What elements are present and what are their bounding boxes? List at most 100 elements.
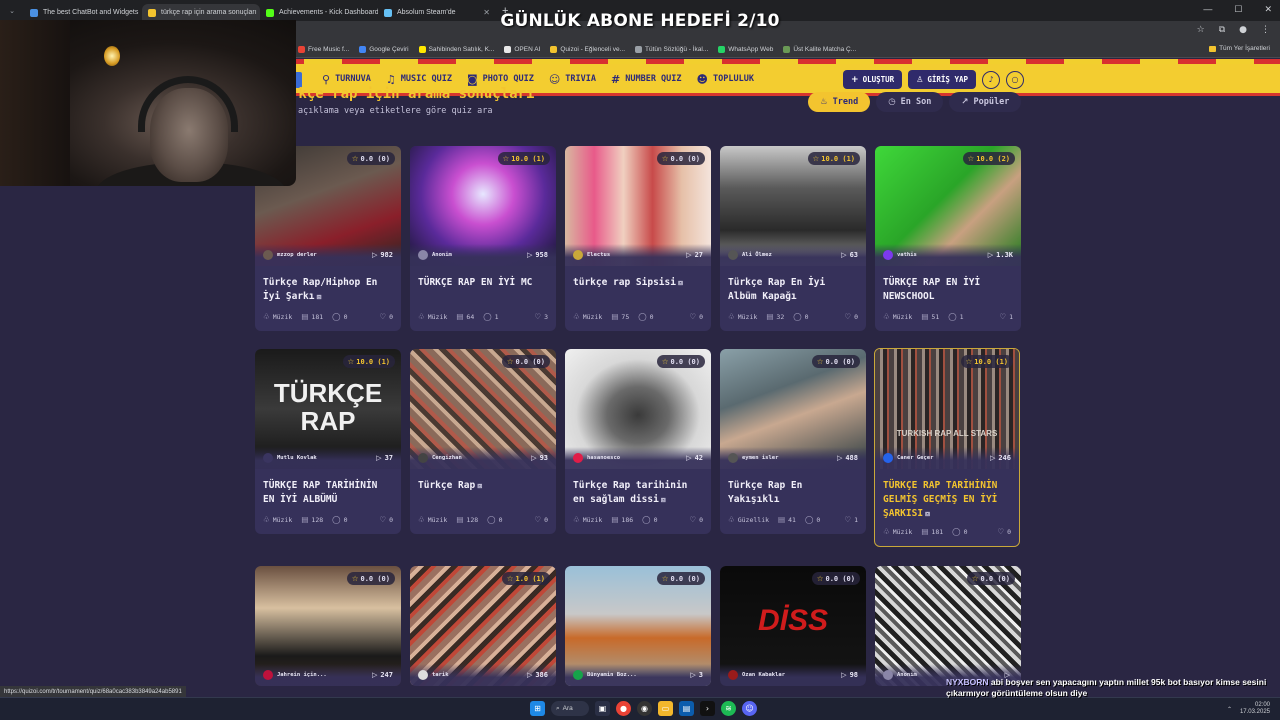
taskbar-search[interactable]: ⌕ Ara bbox=[551, 701, 589, 716]
quiz-card[interactable]: ☆ 0.0 (0) hasanoesco ▷ 42 Türkçe Rap tarihini… bbox=[565, 349, 711, 534]
play-count: ▷ 488 bbox=[837, 454, 858, 462]
quiz-thumbnail[interactable]: ☆ 10.0 (2) vathis ▷ 1.3K bbox=[875, 146, 1021, 266]
tray-arrow-icon[interactable]: ⌃ bbox=[1227, 706, 1232, 713]
author[interactable]: Cengizhan bbox=[418, 453, 462, 463]
quiz-card[interactable]: ☆ 0.0 (0) Anonim ▷ bbox=[875, 566, 1021, 686]
quiz-title[interactable]: Türkçe Rap tarihinin en sağlam dissi ⧈ bbox=[565, 469, 711, 515]
quiz-card[interactable]: TÜRKÇE RAP ☆ 10.0 (1) Mutlu Kovlak ▷ 37 TÜRKÇE … bbox=[255, 349, 401, 534]
play-count-value: 958 bbox=[535, 251, 548, 259]
quiz-thumbnail[interactable]: ☆ 0.0 (0) eymen isler ▷ 488 bbox=[720, 349, 866, 469]
notification-button[interactable]: ♪ bbox=[982, 70, 1000, 89]
quiz-thumbnail[interactable]: ☆ 0.0 (0) Cengizhan ▷ 93 bbox=[410, 349, 556, 469]
author[interactable]: Mutlu Kovlak bbox=[263, 453, 317, 463]
quiz-title[interactable]: türkçe rap Sipsisi ⧈ bbox=[565, 266, 711, 312]
nav-item-turnuva[interactable]: ⚲ TURNUVA bbox=[322, 73, 371, 86]
author[interactable]: Anonim bbox=[418, 250, 452, 260]
quiz-title[interactable]: Türkçe Rap En İyi Albüm Kapağı bbox=[720, 266, 866, 312]
stat-comments: ◯ 0 bbox=[487, 515, 502, 524]
quiz-thumbnail[interactable]: ☆ 0.0 (0) Jahrein için... ▷ 247 bbox=[255, 566, 401, 686]
author[interactable]: Bünyamin Boz... bbox=[573, 670, 637, 680]
task-view-icon[interactable]: ▣ bbox=[595, 701, 610, 716]
quiz-thumbnail[interactable]: TÜRKÇE RAP ☆ 10.0 (1) Mutlu Kovlak ▷ 37 bbox=[255, 349, 401, 469]
bookmark-item[interactable]: Tütün Sözlüğü - İkal... bbox=[635, 45, 708, 53]
quiz-title[interactable]: Türkçe Rap ⧈ bbox=[410, 469, 556, 515]
search-button[interactable]: ○ bbox=[1006, 70, 1024, 89]
stat-category: ♧ Güzellik bbox=[728, 515, 769, 524]
quiz-card[interactable]: TURKISH RAP ALL STARS ☆ 10.0 (1) Caner Geçe… bbox=[874, 348, 1020, 547]
star-icon: ☆ bbox=[506, 574, 514, 583]
chrome-icon[interactable]: ● bbox=[616, 701, 631, 716]
quiz-card[interactable]: ☆ 0.0 (0) eymen isler ▷ 488 Türkçe Rap En Yak… bbox=[720, 349, 866, 534]
quiz-thumbnail[interactable]: DİSS ☆ 0.0 (0) Ozan Kabaklar ▷ 98 bbox=[720, 566, 866, 686]
nav-item-number-quiz[interactable]: # NUMBER QUIZ bbox=[611, 73, 682, 86]
quiz-title[interactable]: Türkçe Rap/Hiphop En İyi Şarkı ⧈ bbox=[255, 266, 401, 312]
comment-icon: ◯ bbox=[793, 312, 802, 321]
quiz-thumbnail[interactable]: ☆ 10.0 (1) Anonim ▷ 958 bbox=[410, 146, 556, 266]
bookmark-item[interactable]: Sahibinden Satılık, K... bbox=[418, 45, 494, 53]
sort-tab[interactable]: ♨ Trend bbox=[808, 92, 871, 112]
quiz-card[interactable]: ☆ 0.0 (0) Electus ▷ 27 türkçe rap Sipsisi ⧈ ♧ Mü… bbox=[565, 146, 711, 331]
author[interactable]: Jahrein için... bbox=[263, 670, 327, 680]
bookmark-item[interactable]: OPEN AI bbox=[504, 45, 540, 53]
play-count-value: 246 bbox=[998, 454, 1011, 462]
quiz-thumbnail[interactable]: ☆ 10.0 (1) Ali Ölmez ▷ 63 bbox=[720, 146, 866, 266]
author[interactable]: vathis bbox=[883, 250, 917, 260]
bookmark-item[interactable]: Google Çeviri bbox=[359, 45, 409, 53]
quiz-thumbnail[interactable]: TURKISH RAP ALL STARS ☆ 10.0 (1) Caner Geçe… bbox=[875, 349, 1019, 469]
quiz-card[interactable]: ☆ 0.0 (0) Bünyamin Boz... ▷ 3 bbox=[565, 566, 711, 686]
nav-item-topluluk[interactable]: ☻ TOPLULUK bbox=[697, 73, 754, 86]
author[interactable]: tarik bbox=[418, 670, 449, 680]
quiz-card[interactable]: ☆ 10.0 (2) vathis ▷ 1.3K TÜRKÇE RAP EN İYİ NE… bbox=[875, 146, 1021, 331]
terminal-icon[interactable]: › bbox=[700, 701, 715, 716]
create-button[interactable]: + OLUŞTUR bbox=[843, 70, 903, 89]
rating-badge: ☆ 1.0 (1) bbox=[501, 572, 550, 585]
bookmark-item[interactable]: WhatsApp Web bbox=[718, 45, 773, 53]
login-button[interactable]: ♙ GİRİŞ YAP bbox=[908, 70, 976, 89]
quiz-card[interactable]: ☆ 1.0 (1) tarik ▷ 386 bbox=[410, 566, 556, 686]
bookmark-item[interactable]: Quizoi - Eğlenceli ve... bbox=[550, 45, 625, 53]
quiz-card[interactable]: ☆ 0.0 (0) Cengizhan ▷ 93 Türkçe Rap ⧈ ♧ Müzik ▤ 12… bbox=[410, 349, 556, 534]
explorer-icon[interactable]: ▭ bbox=[658, 701, 673, 716]
bookmark-item[interactable]: Free Music f... bbox=[298, 45, 349, 53]
author[interactable]: Ali Ölmez bbox=[728, 250, 772, 260]
quiz-title[interactable]: TÜRKÇE RAP EN İYİ NEWSCHOOL bbox=[875, 266, 1021, 312]
quiz-card[interactable]: ☆ 0.0 (0) Jahrein için... ▷ 247 bbox=[255, 566, 401, 686]
quiz-title-text: TÜRKÇE RAP EN İYİ MC bbox=[418, 277, 533, 288]
spotify-icon[interactable]: ≋ bbox=[721, 701, 736, 716]
obs-icon[interactable]: ◉ bbox=[637, 701, 652, 716]
quiz-title-text: Türkçe Rap tarihinin en sağlam dissi bbox=[573, 480, 688, 505]
quiz-card[interactable]: ☆ 10.0 (1) Ali Ölmez ▷ 63 Türkçe Rap En İyi A… bbox=[720, 146, 866, 331]
author[interactable]: mzzop derler bbox=[263, 250, 317, 260]
bookmark-item[interactable]: Üst Kalite Matcha Ç... bbox=[783, 45, 857, 53]
stat-category: ♧ Müzik bbox=[418, 515, 447, 524]
start-icon[interactable]: ⊞ bbox=[530, 701, 545, 716]
nav-item-music-quiz[interactable]: ♫ MUSIC QUIZ bbox=[386, 73, 452, 86]
author[interactable]: Caner Geçer bbox=[883, 453, 933, 463]
quiz-thumbnail[interactable]: ☆ 0.0 (0) Anonim ▷ bbox=[875, 566, 1021, 686]
author[interactable]: eymen isler bbox=[728, 453, 778, 463]
quiz-card[interactable]: DİSS ☆ 0.0 (0) Ozan Kabaklar ▷ 98 bbox=[720, 566, 866, 686]
quiz-thumbnail[interactable]: ☆ 1.0 (1) tarik ▷ 386 bbox=[410, 566, 556, 686]
sort-tab[interactable]: ◷ En Son bbox=[876, 92, 944, 112]
discord-icon[interactable]: ☺ bbox=[742, 701, 757, 716]
nav-item-trivia[interactable]: ☺ TRIVIA bbox=[549, 73, 596, 86]
card-meta: Ali Ölmez ▷ 63 bbox=[720, 244, 866, 266]
nav-item-photo-quiz[interactable]: ◙ PHOTO QUIZ bbox=[467, 73, 534, 86]
sort-tab[interactable]: ↗ Popüler bbox=[949, 92, 1022, 112]
author[interactable]: Anonim bbox=[883, 670, 917, 680]
author[interactable]: hasanoesco bbox=[573, 453, 620, 463]
author[interactable]: Electus bbox=[573, 250, 610, 260]
stat-questions: ▤ 64 bbox=[456, 312, 474, 321]
app-icon[interactable]: ▤ bbox=[679, 701, 694, 716]
quiz-thumbnail[interactable]: ☆ 0.0 (0) hasanoesco ▷ 42 bbox=[565, 349, 711, 469]
quiz-thumbnail[interactable]: ☆ 0.0 (0) Electus ▷ 27 bbox=[565, 146, 711, 266]
quiz-card[interactable]: ☆ 10.0 (1) Anonim ▷ 958 TÜRKÇE RAP EN İYİ MC ♧… bbox=[410, 146, 556, 331]
author[interactable]: Ozan Kabaklar bbox=[728, 670, 785, 680]
quiz-title[interactable]: TÜRKÇE RAP TARİHİNİN GELMİŞ GEÇMİŞ EN İY… bbox=[875, 469, 1019, 527]
quiz-title[interactable]: Türkçe Rap En Yakışıklı bbox=[720, 469, 866, 515]
quiz-thumbnail[interactable]: ☆ 0.0 (0) Bünyamin Boz... ▷ 3 bbox=[565, 566, 711, 686]
bookmark-label: Üst Kalite Matcha Ç... bbox=[793, 45, 857, 53]
quiz-title[interactable]: TÜRKÇE RAP EN İYİ MC bbox=[410, 266, 556, 312]
quiz-title[interactable]: TÜRKÇE RAP TARİHİNİN EN İYİ ALBÜMÜ bbox=[255, 469, 401, 515]
all-bookmarks[interactable]: Tüm Yer İşaretleri bbox=[1209, 45, 1270, 52]
